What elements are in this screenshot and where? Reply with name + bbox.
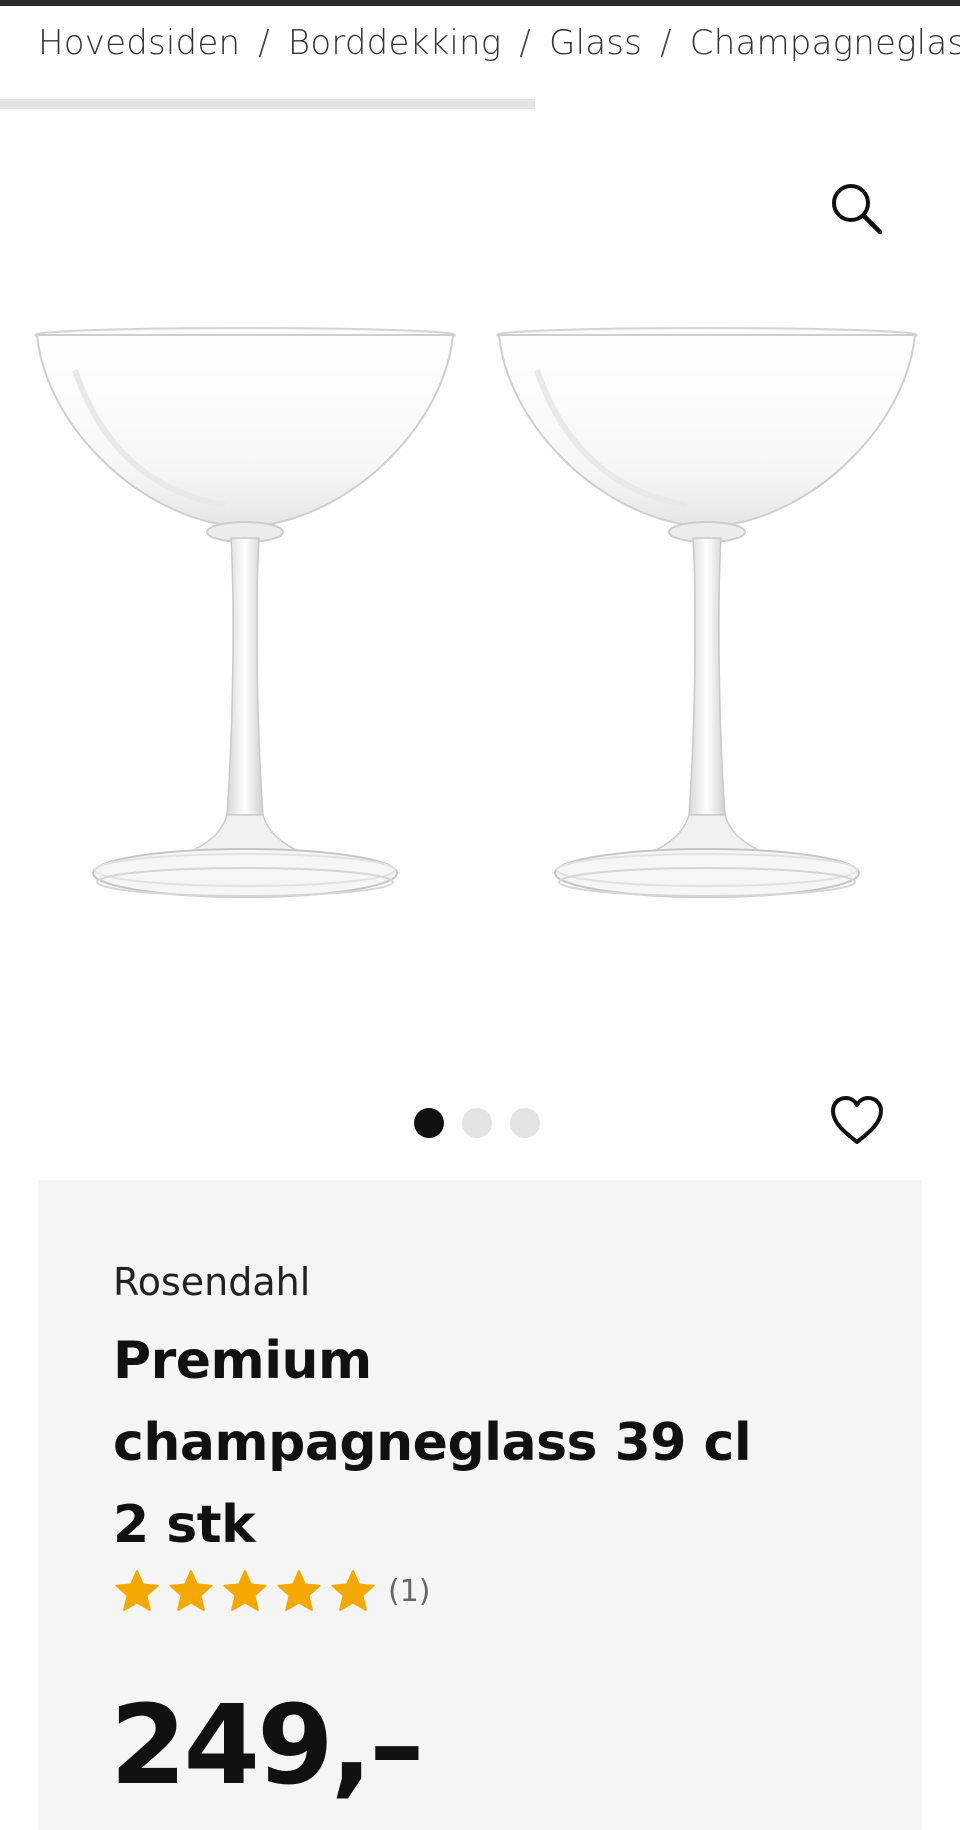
carousel-indicators bbox=[414, 1108, 540, 1138]
carousel-dot-2[interactable] bbox=[462, 1108, 492, 1138]
breadcrumb-item-glass[interactable]: Glass bbox=[549, 23, 642, 63]
breadcrumb-separator: / bbox=[258, 23, 270, 63]
star-icon bbox=[115, 1570, 159, 1611]
search-icon[interactable] bbox=[826, 178, 888, 240]
breadcrumb-item-champagneglass[interactable]: Champagneglass bbox=[690, 23, 960, 63]
star-icon bbox=[169, 1570, 213, 1611]
star-icon bbox=[277, 1570, 321, 1611]
breadcrumb-item-home[interactable]: Hovedsiden bbox=[38, 23, 240, 63]
breadcrumb: Hovedsiden / Borddekking / Glass / Champagnegl… bbox=[38, 18, 960, 68]
star-icon bbox=[331, 1570, 375, 1611]
star-icon bbox=[223, 1570, 267, 1611]
product-image[interactable] bbox=[30, 290, 930, 940]
breadcrumb-item-borddekking[interactable]: Borddekking bbox=[288, 23, 502, 63]
rating-stars bbox=[114, 1568, 376, 1614]
top-bar bbox=[0, 0, 960, 6]
heart-icon[interactable] bbox=[828, 1092, 886, 1150]
breadcrumb-separator: / bbox=[660, 23, 672, 63]
product-rating[interactable]: (1) bbox=[114, 1568, 431, 1614]
product-title: Premium champagneglass 39 cl 2 stk bbox=[113, 1331, 752, 1555]
product-brand[interactable]: Rosendahl bbox=[113, 1260, 310, 1304]
product-price: 249,– bbox=[110, 1681, 424, 1809]
product-info-card: Rosendahl Premium champagneglass 39 cl 2… bbox=[38, 1180, 922, 1830]
breadcrumb-scroll-indicator bbox=[0, 99, 535, 109]
breadcrumb-separator: / bbox=[519, 23, 532, 63]
review-count[interactable]: (1) bbox=[388, 1574, 431, 1609]
carousel-dot-3[interactable] bbox=[510, 1108, 540, 1138]
carousel-dot-1[interactable] bbox=[414, 1108, 444, 1138]
